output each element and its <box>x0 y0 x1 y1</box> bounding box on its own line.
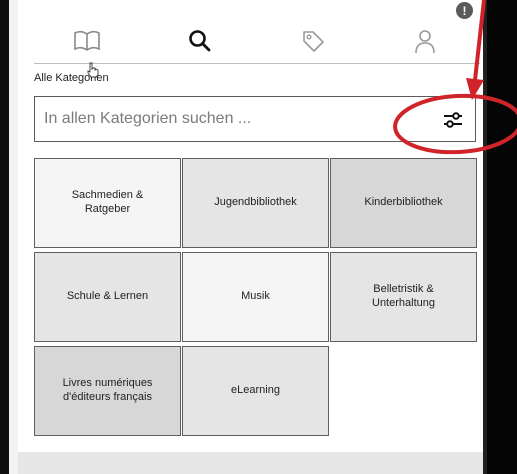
category-tile[interactable]: eLearning <box>182 346 329 436</box>
category-tile[interactable]: Kinderbibliothek <box>330 158 477 248</box>
nav-search[interactable] <box>183 24 217 58</box>
device-frame-edge <box>9 0 18 474</box>
category-tile-label: eLearning <box>231 384 280 397</box>
search-icon <box>189 30 211 52</box>
category-tile[interactable]: Sachmedien & Ratgeber <box>34 158 181 248</box>
tag-icon <box>303 31 324 52</box>
category-tile-label: Jugendbibliothek <box>214 196 297 209</box>
category-tile-label: Musik <box>241 290 270 303</box>
search-field[interactable]: In allen Kategorien suchen ... <box>34 96 476 142</box>
nav-library[interactable] <box>70 24 104 58</box>
user-icon <box>415 30 435 54</box>
notification-badge: ! <box>456 2 473 19</box>
filter-sliders-icon <box>444 112 462 128</box>
category-tile-label: Kinderbibliothek <box>364 196 443 209</box>
category-tile[interactable]: Musik <box>182 252 329 342</box>
device-frame-left <box>0 0 9 474</box>
device-frame-right <box>487 0 517 474</box>
category-tile-label: Livres numériques d'éditeurs français <box>62 377 153 403</box>
nav-account[interactable] <box>410 24 444 58</box>
nav-tags[interactable] <box>296 24 330 58</box>
category-tile[interactable]: Schule & Lernen <box>34 252 181 342</box>
top-nav <box>34 18 474 60</box>
category-tile-label: Sachmedien & Ratgeber <box>71 189 144 215</box>
book-icon <box>74 30 100 51</box>
category-tile-label: Schule & Lernen <box>66 290 149 303</box>
category-tile[interactable]: Jugendbibliothek <box>182 158 329 248</box>
search-input[interactable]: In allen Kategorien suchen ... <box>44 110 251 128</box>
bottom-bar <box>18 452 483 474</box>
category-tile[interactable]: Belletristik & Unterhaltung <box>330 252 477 342</box>
category-tile[interactable]: Livres numériques d'éditeurs français <box>34 346 181 436</box>
nav-divider <box>34 63 480 64</box>
category-tile-label: Belletristik & Unterhaltung <box>372 283 435 309</box>
filter-button[interactable] <box>439 107 467 133</box>
hand-cursor-icon <box>87 62 99 78</box>
